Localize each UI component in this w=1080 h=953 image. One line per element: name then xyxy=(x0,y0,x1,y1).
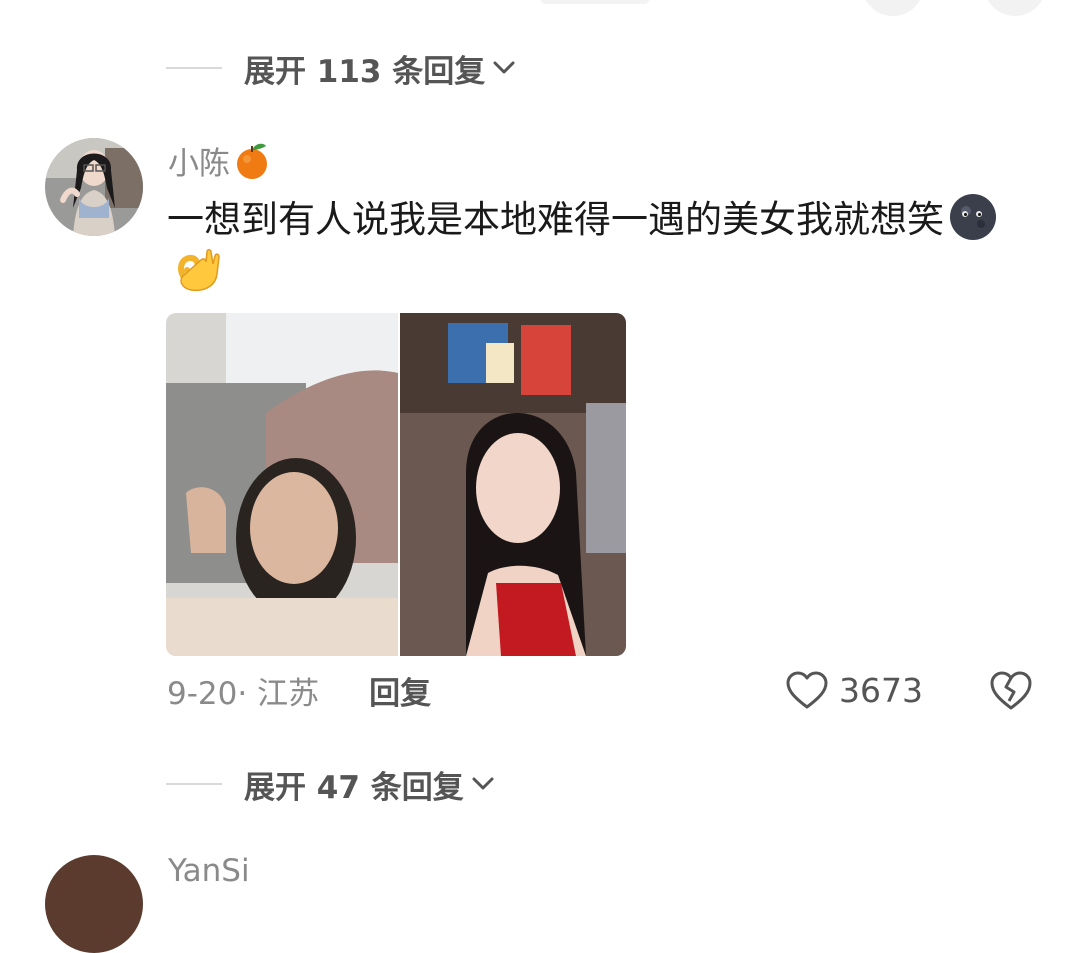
previous-content-fragment xyxy=(540,0,650,4)
reply-button[interactable]: 回复 xyxy=(369,668,431,713)
chevron-down-icon xyxy=(472,777,494,790)
username[interactable]: YanSi xyxy=(168,853,250,889)
divider-line xyxy=(166,783,222,785)
like-button[interactable]: 3673 xyxy=(785,667,923,713)
comment-meta: 9-20· 江苏 回复 xyxy=(167,668,431,712)
comment-author[interactable]: 小陈 xyxy=(168,138,270,182)
broken-heart-icon[interactable] xyxy=(988,667,1034,713)
divider-line xyxy=(166,67,222,69)
expand-replies-label: 展开 113 条回复 xyxy=(244,53,486,90)
ok-hand-icon xyxy=(178,249,220,292)
username: 小陈 xyxy=(168,145,230,182)
chevron-down-icon xyxy=(493,61,515,74)
expand-replies-label: 展开 47 条回复 xyxy=(244,769,464,806)
tangerine-icon xyxy=(237,143,267,179)
new-moon-face-icon xyxy=(950,194,996,240)
date-location: 9-20· 江苏 xyxy=(167,675,320,712)
heart-icon xyxy=(786,671,828,709)
top-action-button[interactable] xyxy=(984,0,1046,16)
like-count: 3673 xyxy=(839,670,923,710)
top-action-button[interactable] xyxy=(862,0,924,16)
comment-text: 一想到有人说我是本地难得一遇的美女我就想笑 xyxy=(167,198,944,241)
comment-body[interactable]: 一想到有人说我是本地难得一遇的美女我就想笑 xyxy=(167,192,1027,300)
avatar[interactable] xyxy=(45,138,143,236)
comment-image[interactable] xyxy=(166,313,626,656)
expand-replies-button[interactable]: 展开 47 条回复 xyxy=(166,764,496,806)
expand-replies-button[interactable]: 展开 113 条回复 xyxy=(166,48,517,90)
avatar[interactable] xyxy=(45,855,143,953)
